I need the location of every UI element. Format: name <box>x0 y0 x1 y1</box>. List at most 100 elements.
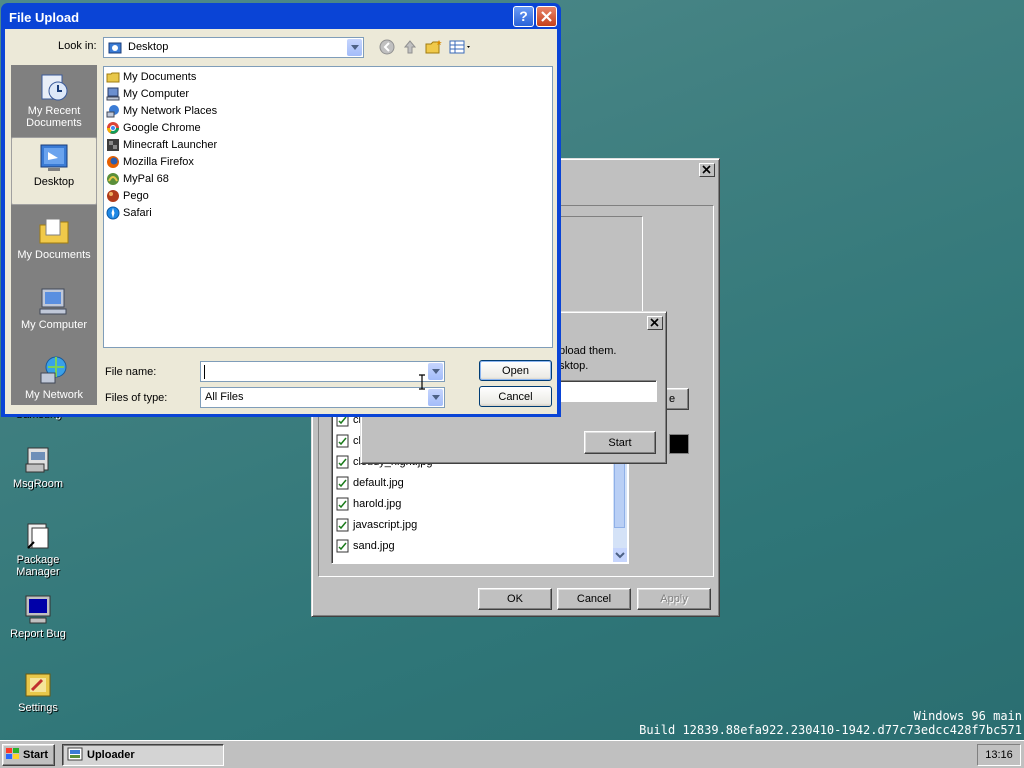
list-item[interactable]: javascript.jpg <box>336 516 417 534</box>
file-name-input[interactable] <box>200 361 445 382</box>
list-item-label: Mozilla Firefox <box>123 156 194 168</box>
scroll-down-arrow-icon[interactable] <box>613 548 627 562</box>
place-label: My Documents <box>17 249 91 261</box>
msgroom-icon <box>22 444 54 476</box>
list-item[interactable]: My Network Places <box>106 103 217 119</box>
list-item[interactable]: Mozilla Firefox <box>106 154 194 170</box>
desktop-icon-report-bug[interactable]: Report Bug <box>0 594 78 640</box>
scrollbar-thumb[interactable] <box>614 456 625 528</box>
list-item[interactable]: default.jpg <box>336 474 404 492</box>
list-item[interactable]: Minecraft Launcher <box>106 137 217 153</box>
prompt-start-button[interactable]: Start <box>584 431 656 454</box>
start-button[interactable]: Start <box>2 744 55 766</box>
chevron-down-icon[interactable] <box>347 39 362 56</box>
list-item[interactable]: My Computer <box>106 86 189 102</box>
list-item[interactable]: harold.jpg <box>336 495 401 513</box>
prompt-close-button[interactable] <box>647 316 663 330</box>
open-button[interactable]: Open <box>479 360 552 381</box>
safari-icon <box>106 206 120 220</box>
desktop-icon-msgroom[interactable]: MsgRoom <box>0 444 78 490</box>
file-list[interactable]: My Documents My Computer My Network Plac… <box>103 66 553 348</box>
open-label: Open <box>502 364 529 377</box>
taskbar-item-uploader[interactable]: Uploader <box>62 744 224 766</box>
view-menu-icon[interactable] <box>449 39 473 58</box>
my-computer-icon <box>106 87 120 101</box>
uploader-close-button[interactable] <box>699 163 715 177</box>
place-label: My Recent Documents <box>26 105 82 129</box>
image-file-icon <box>336 539 350 553</box>
prompt-input[interactable] <box>559 380 657 402</box>
color-swatch[interactable] <box>669 434 689 454</box>
help-button[interactable]: ? <box>513 6 534 27</box>
start-label: Start <box>23 749 49 761</box>
list-item[interactable]: MyPal 68 <box>106 171 169 187</box>
browse-button-label: e <box>668 393 676 405</box>
desktop-icon-label: Settings <box>18 702 58 714</box>
list-item[interactable]: Google Chrome <box>106 120 201 136</box>
place-desktop[interactable]: Desktop <box>11 137 97 205</box>
file-name-label: File name: <box>105 366 157 378</box>
ok-label: OK <box>507 593 523 605</box>
uploader-apply-button: Apply <box>637 588 711 610</box>
place-my-network[interactable]: My Network <box>11 351 97 407</box>
files-of-type-value: All Files <box>205 391 244 403</box>
list-item-label: default.jpg <box>353 477 404 489</box>
my-computer-icon <box>38 285 70 317</box>
desktop-icon-label: Package Manager <box>16 554 60 578</box>
my-documents-icon <box>106 70 120 84</box>
my-documents-icon <box>38 215 70 247</box>
look-in-combo[interactable]: Desktop <box>103 37 364 58</box>
prompt-text-1: pload them. <box>559 345 617 357</box>
chevron-down-icon[interactable] <box>428 389 443 406</box>
image-file-icon <box>336 476 350 490</box>
close-button[interactable] <box>536 6 557 27</box>
desktop-icon-package-manager[interactable]: Package Manager <box>0 520 78 578</box>
list-item-label: My Network Places <box>123 105 218 117</box>
place-recent-documents[interactable]: My Recent Documents <box>11 67 97 135</box>
watermark-line-2: Build 12839.88efa922.230410-1942.d77c73e… <box>639 723 1022 737</box>
up-folder-icon[interactable] <box>402 39 418 58</box>
list-item[interactable]: Safari <box>106 205 152 221</box>
uploader-app-icon <box>67 747 83 764</box>
back-icon[interactable] <box>379 39 395 58</box>
place-label: Desktop <box>33 176 75 188</box>
places-bar: My Recent Documents Desktop My Documents… <box>11 65 97 405</box>
cancel-label: Cancel <box>498 390 533 403</box>
uploader-ok-button[interactable]: OK <box>478 588 552 610</box>
minecraft-launcher-icon <box>106 138 120 152</box>
image-file-icon <box>336 497 350 511</box>
desktop-small-icon <box>108 41 122 58</box>
new-folder-icon[interactable] <box>425 39 443 58</box>
package-manager-icon <box>22 520 54 552</box>
taskbar: Start Uploader 13:16 <box>0 740 1024 768</box>
close-icon <box>541 11 552 22</box>
list-item[interactable]: My Documents <box>106 69 196 85</box>
dialog-title: File Upload <box>9 10 80 25</box>
close-icon <box>650 318 659 327</box>
pego-icon <box>106 189 120 203</box>
report-bug-icon <box>22 594 54 626</box>
google-chrome-icon <box>106 121 120 135</box>
image-file-icon <box>336 455 350 469</box>
place-label: My Network <box>24 389 84 401</box>
list-item-label: sand.jpg <box>353 540 395 552</box>
start-label: Start <box>608 436 632 449</box>
list-item-label: My Documents <box>123 71 197 83</box>
list-item[interactable]: sand.jpg <box>336 537 395 555</box>
desktop-icon-settings[interactable]: Settings <box>0 668 78 714</box>
chevron-down-icon[interactable] <box>428 363 443 380</box>
mouse-cursor-ibeam <box>418 374 426 393</box>
list-item[interactable]: Pego <box>106 188 149 204</box>
files-of-type-select[interactable]: All Files <box>200 387 445 408</box>
list-item[interactable]: cl <box>336 432 361 450</box>
uploader-cancel-button[interactable]: Cancel <box>557 588 631 610</box>
mypal-icon <box>106 172 120 186</box>
list-item-label: Google Chrome <box>123 122 201 134</box>
cancel-button[interactable]: Cancel <box>479 386 552 407</box>
list-item-label: My Computer <box>123 88 190 100</box>
list-item-label: MyPal 68 <box>123 173 169 185</box>
place-my-documents[interactable]: My Documents <box>11 211 97 279</box>
windows-logo-icon <box>6 747 20 763</box>
place-my-computer[interactable]: My Computer <box>11 281 97 349</box>
image-file-icon <box>336 518 350 532</box>
